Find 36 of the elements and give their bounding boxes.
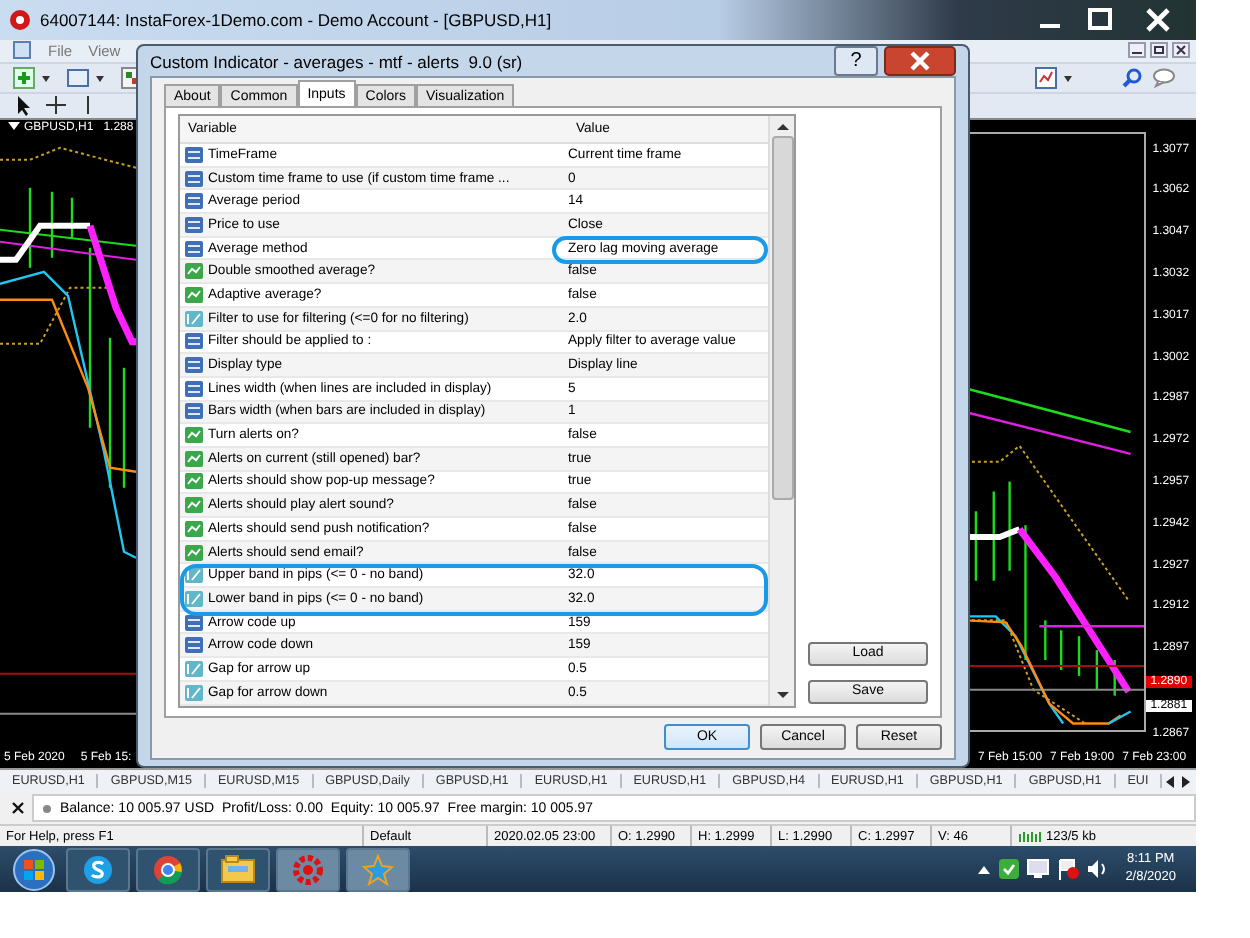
chart-icon <box>12 40 32 61</box>
chart-icon[interactable] <box>1034 65 1078 90</box>
speaker-icon[interactable] <box>1085 858 1108 881</box>
scrollbar[interactable] <box>768 116 794 705</box>
indicator-line <box>0 228 136 246</box>
chat-app-icon[interactable] <box>82 853 114 886</box>
close-icon[interactable] <box>884 46 956 76</box>
shield-icon[interactable] <box>997 858 1020 881</box>
profiles-icon[interactable] <box>66 65 110 90</box>
scroll-arrows-icon[interactable] <box>1164 773 1192 790</box>
scroll-up-icon[interactable] <box>775 122 789 132</box>
caret-icon[interactable] <box>8 122 20 133</box>
folder-icon[interactable] <box>220 854 256 885</box>
flag-icon[interactable] <box>1055 858 1080 881</box>
help-button[interactable]: ? <box>834 46 878 76</box>
new-chart-icon[interactable] <box>12 65 56 90</box>
crosshair-icon[interactable] <box>44 94 68 117</box>
scroll-down-icon[interactable] <box>775 689 789 699</box>
band-line <box>0 145 136 168</box>
restore-icon[interactable] <box>1150 42 1168 59</box>
dialog-title: Custom Indicator - averages - mtf - alerts 9.0 (sr) <box>150 51 523 71</box>
close-icon[interactable] <box>1172 42 1190 59</box>
minimize-icon[interactable] <box>1128 42 1146 59</box>
network-icon[interactable] <box>1025 858 1050 881</box>
connection-icon <box>1018 830 1042 843</box>
window-title: 64007144: InstaForex-1Demo.com - Demo Account - [GBPUSD,H1] <box>40 9 552 30</box>
search-icon[interactable] <box>1122 67 1142 88</box>
price-level-line <box>0 672 136 674</box>
band-line <box>0 286 111 344</box>
tray-arrow-icon[interactable] <box>975 861 992 878</box>
start-button-icon[interactable] <box>8 847 60 892</box>
cursor-icon[interactable] <box>12 94 36 117</box>
indicator-line <box>0 240 136 260</box>
star-icon[interactable] <box>362 853 394 886</box>
browser-icon[interactable] <box>152 853 184 886</box>
close-icon[interactable] <box>12 802 24 815</box>
